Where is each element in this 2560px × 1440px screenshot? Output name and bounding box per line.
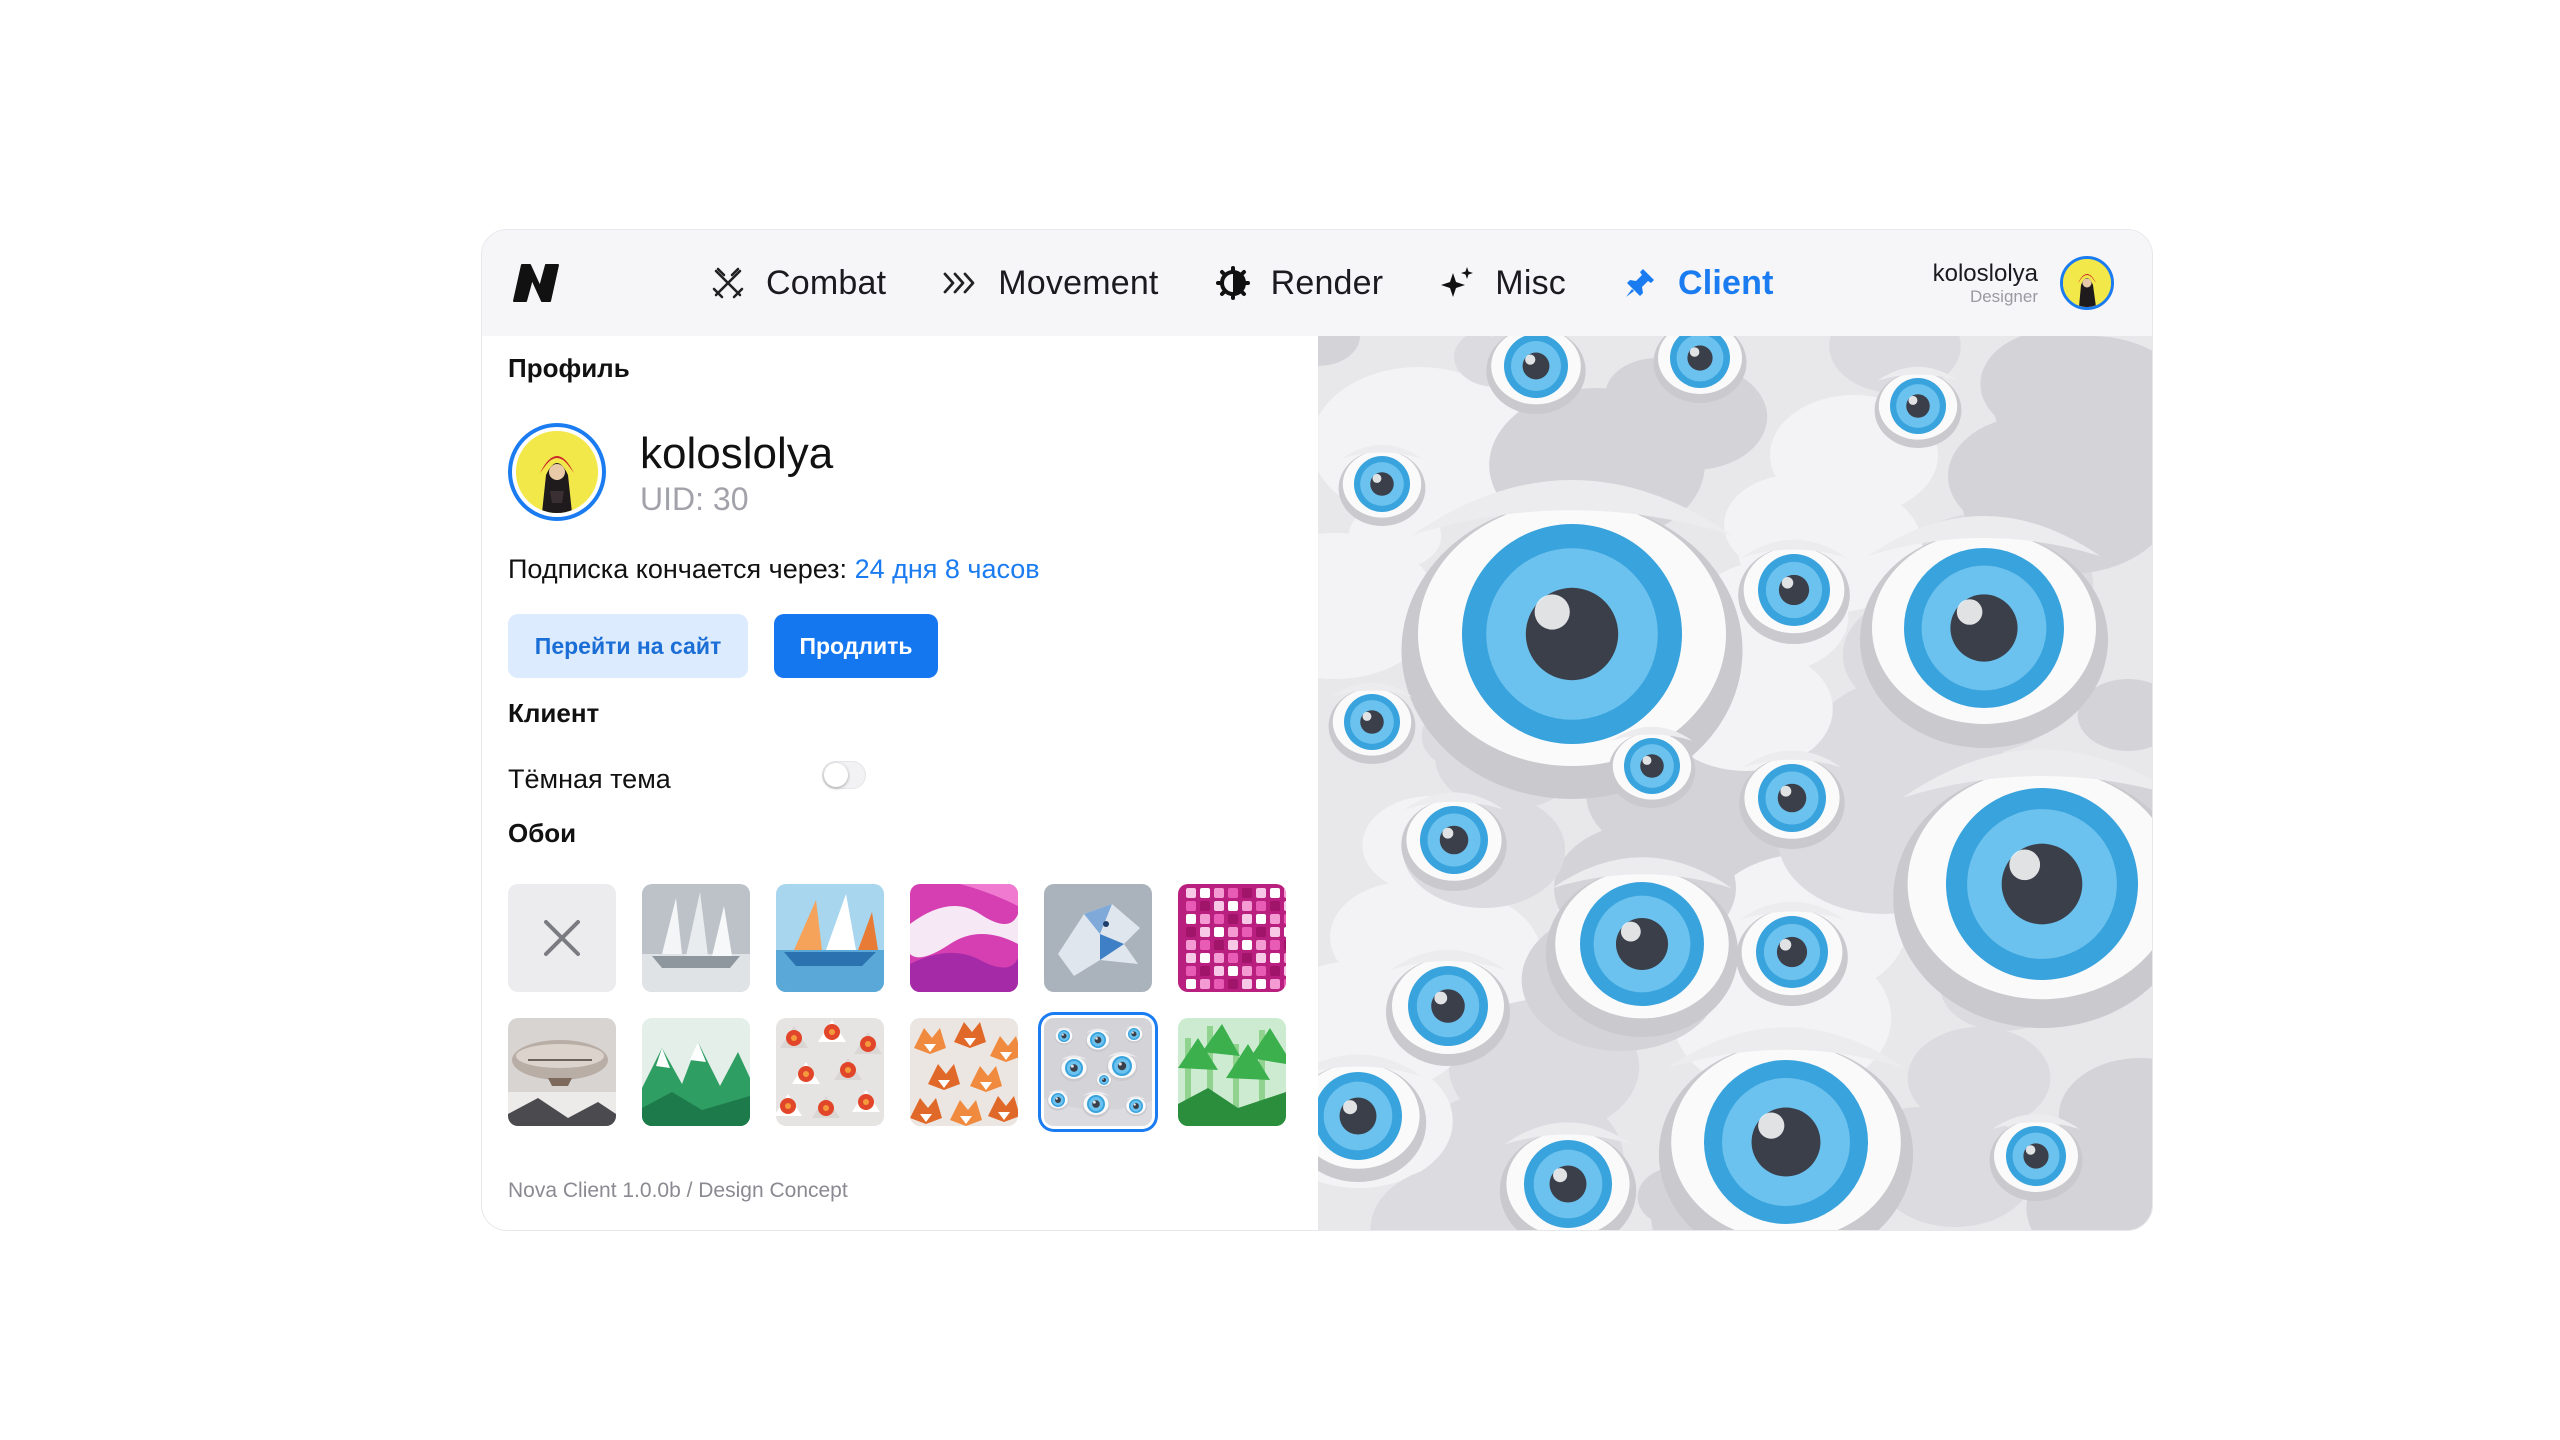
avatar[interactable] (2060, 256, 2114, 310)
half-gear-icon (1213, 263, 1253, 303)
wallpaper-dragon[interactable] (1044, 884, 1152, 992)
wallpaper-eyes[interactable] (1044, 1018, 1152, 1126)
swords-icon (708, 263, 748, 303)
user-name: koloslolya (1932, 259, 2038, 287)
tab-label: Movement (998, 263, 1159, 302)
tab-label: Render (1270, 263, 1384, 302)
tab-label: Combat (766, 263, 887, 302)
tab-label: Client (1677, 263, 1774, 302)
user-role: Designer (1969, 286, 2038, 306)
subscription-remaining: 24 дня 8 часов (854, 554, 1040, 584)
tab-misc[interactable]: Misc (1437, 263, 1566, 303)
go-to-site-button[interactable]: Перейти на сайт (508, 614, 748, 678)
toggle-knob (824, 763, 848, 787)
wallpaper-red-flowers[interactable] (776, 1018, 884, 1126)
version-footer: Nova Client 1.0.0b / Design Concept (508, 1179, 848, 1202)
wallpapers-section-title: Обои (508, 818, 577, 848)
top-bar: Combat Movement Render Misc Client kolos… (482, 230, 2152, 336)
subscription-status: Подписка кончается через: 24 дня 8 часов (508, 554, 1040, 585)
tab-render[interactable]: Render (1213, 263, 1384, 303)
tab-movement[interactable]: Movement (940, 263, 1158, 303)
wallpaper-airship[interactable] (508, 1018, 616, 1126)
profile-section-title: Профиль (508, 353, 630, 383)
renew-button[interactable]: Продлить (774, 614, 938, 678)
profile-name: koloslolya (640, 429, 834, 478)
wallpaper-pink-cubes[interactable] (1178, 884, 1286, 992)
wallpaper-sailboats[interactable] (642, 884, 750, 992)
wallpaper-none[interactable] (508, 884, 616, 992)
client-section-title: Клиент (508, 698, 600, 728)
chevrons-right-icon (940, 263, 980, 303)
close-icon (544, 920, 580, 956)
wallpaper-foxes[interactable] (910, 1018, 1018, 1126)
eyes-wallpaper-image (1318, 336, 2152, 1230)
wallpaper-pink-waves[interactable] (910, 884, 1018, 992)
nova-logo-icon[interactable] (510, 263, 566, 303)
pin-icon (1620, 263, 1660, 303)
user-info: koloslolya Designer (1933, 260, 2038, 307)
tab-label: Misc (1495, 263, 1566, 302)
tab-combat[interactable]: Combat (708, 263, 886, 303)
profile-avatar (508, 423, 606, 521)
dark-theme-label: Тёмная тема (508, 764, 671, 794)
wallpaper-forest[interactable] (1178, 1018, 1286, 1126)
profile-uid: UID: 30 (640, 481, 749, 517)
subscription-label: Подписка кончается через: (508, 554, 848, 584)
wallpaper-preview (1318, 336, 2152, 1230)
client-window: Combat Movement Render Misc Client kolos… (481, 229, 2153, 1231)
dark-theme-toggle[interactable] (822, 761, 866, 789)
wallpaper-green-mountains[interactable] (642, 1018, 750, 1126)
user-menu[interactable]: koloslolya Designer (1933, 256, 2114, 310)
settings-panel: Профиль koloslolya UID: 30 Подписка конч… (482, 336, 1318, 1230)
tab-client[interactable]: Client (1620, 263, 1774, 303)
sparkles-icon (1437, 263, 1477, 303)
main-nav: Combat Movement Render Misc Client (708, 230, 1828, 336)
wallpaper-origami-boats[interactable] (776, 884, 884, 992)
